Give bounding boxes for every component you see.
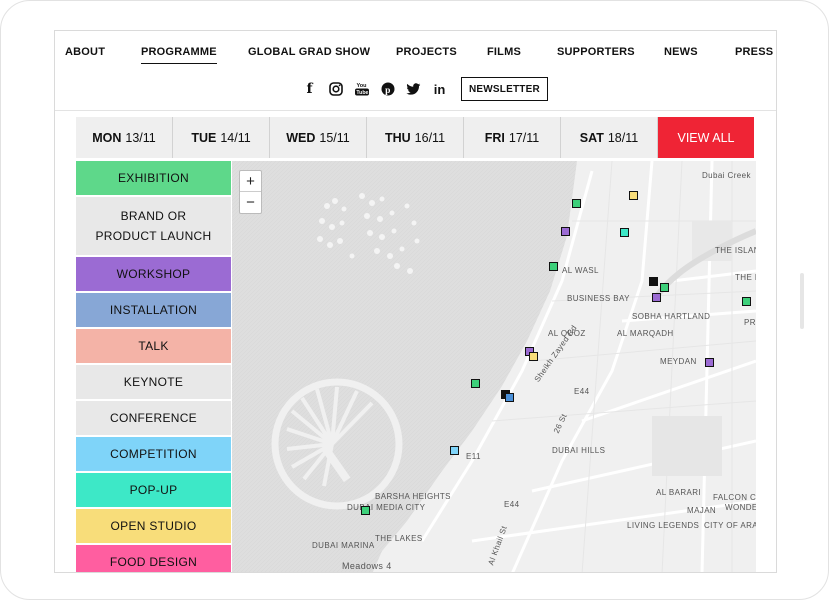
map-label: MAJAN xyxy=(687,506,717,515)
event-marker[interactable] xyxy=(660,283,669,292)
svg-text:p: p xyxy=(385,86,390,96)
map-label: MEYDAN xyxy=(660,357,697,366)
category-keynote[interactable]: KEYNOTE xyxy=(76,365,231,399)
tab-date: 17/11 xyxy=(508,130,540,145)
nav-supporters[interactable]: SUPPORTERS xyxy=(557,46,635,58)
event-marker[interactable] xyxy=(572,199,581,208)
category-open-studio[interactable]: OPEN STUDIO xyxy=(76,509,231,543)
map-label: WONDERS xyxy=(725,503,756,512)
map-label: DUBAI HILLS xyxy=(552,446,606,455)
category-filters: EXHIBITION BRAND OR PRODUCT LAUNCH WORKS… xyxy=(76,161,231,572)
screen: ABOUT PROGRAMME GLOBAL GRAD SHOW PROJECT… xyxy=(54,30,777,573)
tab-date: 15/11 xyxy=(319,130,350,145)
tab-day: MON xyxy=(92,130,122,145)
newsletter-button[interactable]: NEWSLETTER xyxy=(461,77,548,101)
category-brand-or-product-launch[interactable]: BRAND OR PRODUCT LAUNCH xyxy=(76,197,231,255)
event-marker[interactable] xyxy=(549,262,558,271)
map-label: AL MARQADH xyxy=(617,329,674,338)
tab-date: 16/11 xyxy=(414,130,446,145)
tab-wed[interactable]: WED 15/11 xyxy=(270,117,367,158)
map-label: BARSHA HEIGHTS xyxy=(375,492,451,501)
event-map[interactable]: + − Dubai Creek THE ISLAND THE R AL WASL… xyxy=(232,161,756,572)
tab-day: SAT xyxy=(579,130,604,145)
map-label: Dubai Creek xyxy=(702,171,751,180)
nav-press[interactable]: PRESS xyxy=(735,46,773,58)
map-label: DUBAI MARINA xyxy=(312,541,375,550)
event-marker[interactable] xyxy=(505,393,514,402)
day-tabs: MON 13/11 TUE 14/11 WED 15/11 THU 16/11 FRI 1… xyxy=(76,117,756,158)
linkedin-icon[interactable]: in xyxy=(431,81,448,98)
map-label: CITY OF ARABIA xyxy=(704,521,756,530)
view-all-button[interactable]: VIEW ALL xyxy=(658,117,754,158)
svg-text:Tube: Tube xyxy=(356,90,368,96)
map-label: THE ISLAND xyxy=(715,246,756,255)
youtube-icon[interactable]: You Tube xyxy=(353,81,370,98)
category-exhibition[interactable]: EXHIBITION xyxy=(76,161,231,195)
nav-films[interactable]: FILMS xyxy=(487,46,521,58)
map-label: SOBHA HARTLAND xyxy=(632,312,711,321)
tablet-frame: ABOUT PROGRAMME GLOBAL GRAD SHOW PROJECT… xyxy=(0,0,829,600)
map-label: AL WASL xyxy=(562,266,599,275)
tab-day: FRI xyxy=(484,130,505,145)
tab-date: 18/11 xyxy=(607,130,639,145)
tab-day: THU xyxy=(384,130,411,145)
zoom-controls: + − xyxy=(239,170,262,214)
event-marker[interactable] xyxy=(471,379,480,388)
nav-programme[interactable]: PROGRAMME xyxy=(141,46,217,64)
category-conference[interactable]: CONFERENCE xyxy=(76,401,231,435)
zoom-out-button[interactable]: − xyxy=(240,192,261,213)
nav-global-grad-show[interactable]: GLOBAL GRAD SHOW xyxy=(248,46,370,58)
category-pop-up[interactable]: POP-UP xyxy=(76,473,231,507)
map-label: E44 xyxy=(504,500,520,509)
event-marker[interactable] xyxy=(652,293,661,302)
map-label: Meadows 4 xyxy=(342,561,392,571)
tab-day: TUE xyxy=(191,130,217,145)
nav-about[interactable]: ABOUT xyxy=(65,46,105,58)
category-workshop[interactable]: WORKSHOP xyxy=(76,257,231,291)
category-competition[interactable]: COMPETITION xyxy=(76,437,231,471)
nav-news[interactable]: NEWS xyxy=(664,46,698,58)
tablet-side-button xyxy=(800,273,804,329)
instagram-icon[interactable] xyxy=(327,81,344,98)
event-marker[interactable] xyxy=(361,506,370,515)
map-label: FALCON CITY xyxy=(713,493,756,502)
tab-sat[interactable]: SAT 18/11 xyxy=(561,117,658,158)
tab-date: 14/11 xyxy=(220,130,251,145)
event-marker[interactable] xyxy=(705,358,714,367)
pinterest-icon[interactable]: p xyxy=(379,81,396,98)
tab-mon[interactable]: MON 13/11 xyxy=(76,117,173,158)
category-talk[interactable]: TALK xyxy=(76,329,231,363)
map-label: DUBAI MEDIA CITY xyxy=(347,503,426,512)
tab-thu[interactable]: THU 16/11 xyxy=(367,117,464,158)
map-label: PRE xyxy=(744,318,756,327)
tab-day: WED xyxy=(286,130,316,145)
top-navigation: ABOUT PROGRAMME GLOBAL GRAD SHOW PROJECT… xyxy=(55,31,776,111)
map-label: AL BARARI xyxy=(656,488,702,497)
event-marker[interactable] xyxy=(649,277,658,286)
category-installation[interactable]: INSTALLATION xyxy=(76,293,231,327)
map-label: THE R xyxy=(735,273,756,282)
map-label: BUSINESS BAY xyxy=(567,294,630,303)
zoom-in-button[interactable]: + xyxy=(240,171,261,192)
facebook-icon[interactable]: f xyxy=(301,81,318,98)
event-marker[interactable] xyxy=(561,227,570,236)
map-label: THE LAKES xyxy=(375,534,423,543)
event-marker[interactable] xyxy=(529,352,538,361)
tab-date: 13/11 xyxy=(125,130,156,145)
svg-text:You: You xyxy=(356,83,366,89)
nav-projects[interactable]: PROJECTS xyxy=(396,46,457,58)
map-label: E11 xyxy=(466,452,481,461)
event-marker[interactable] xyxy=(620,228,629,237)
tab-tue[interactable]: TUE 14/11 xyxy=(173,117,270,158)
map-background xyxy=(232,161,756,572)
event-marker[interactable] xyxy=(629,191,638,200)
category-food-design[interactable]: FOOD DESIGN xyxy=(76,545,231,572)
map-label: E44 xyxy=(574,387,590,396)
event-marker[interactable] xyxy=(450,446,459,455)
event-marker[interactable] xyxy=(742,297,751,306)
social-links: f You Tube p in NEWSLETTER xyxy=(301,77,548,101)
twitter-icon[interactable] xyxy=(405,81,422,98)
map-label: LIVING LEGENDS xyxy=(627,521,700,530)
tab-fri[interactable]: FRI 17/11 xyxy=(464,117,561,158)
